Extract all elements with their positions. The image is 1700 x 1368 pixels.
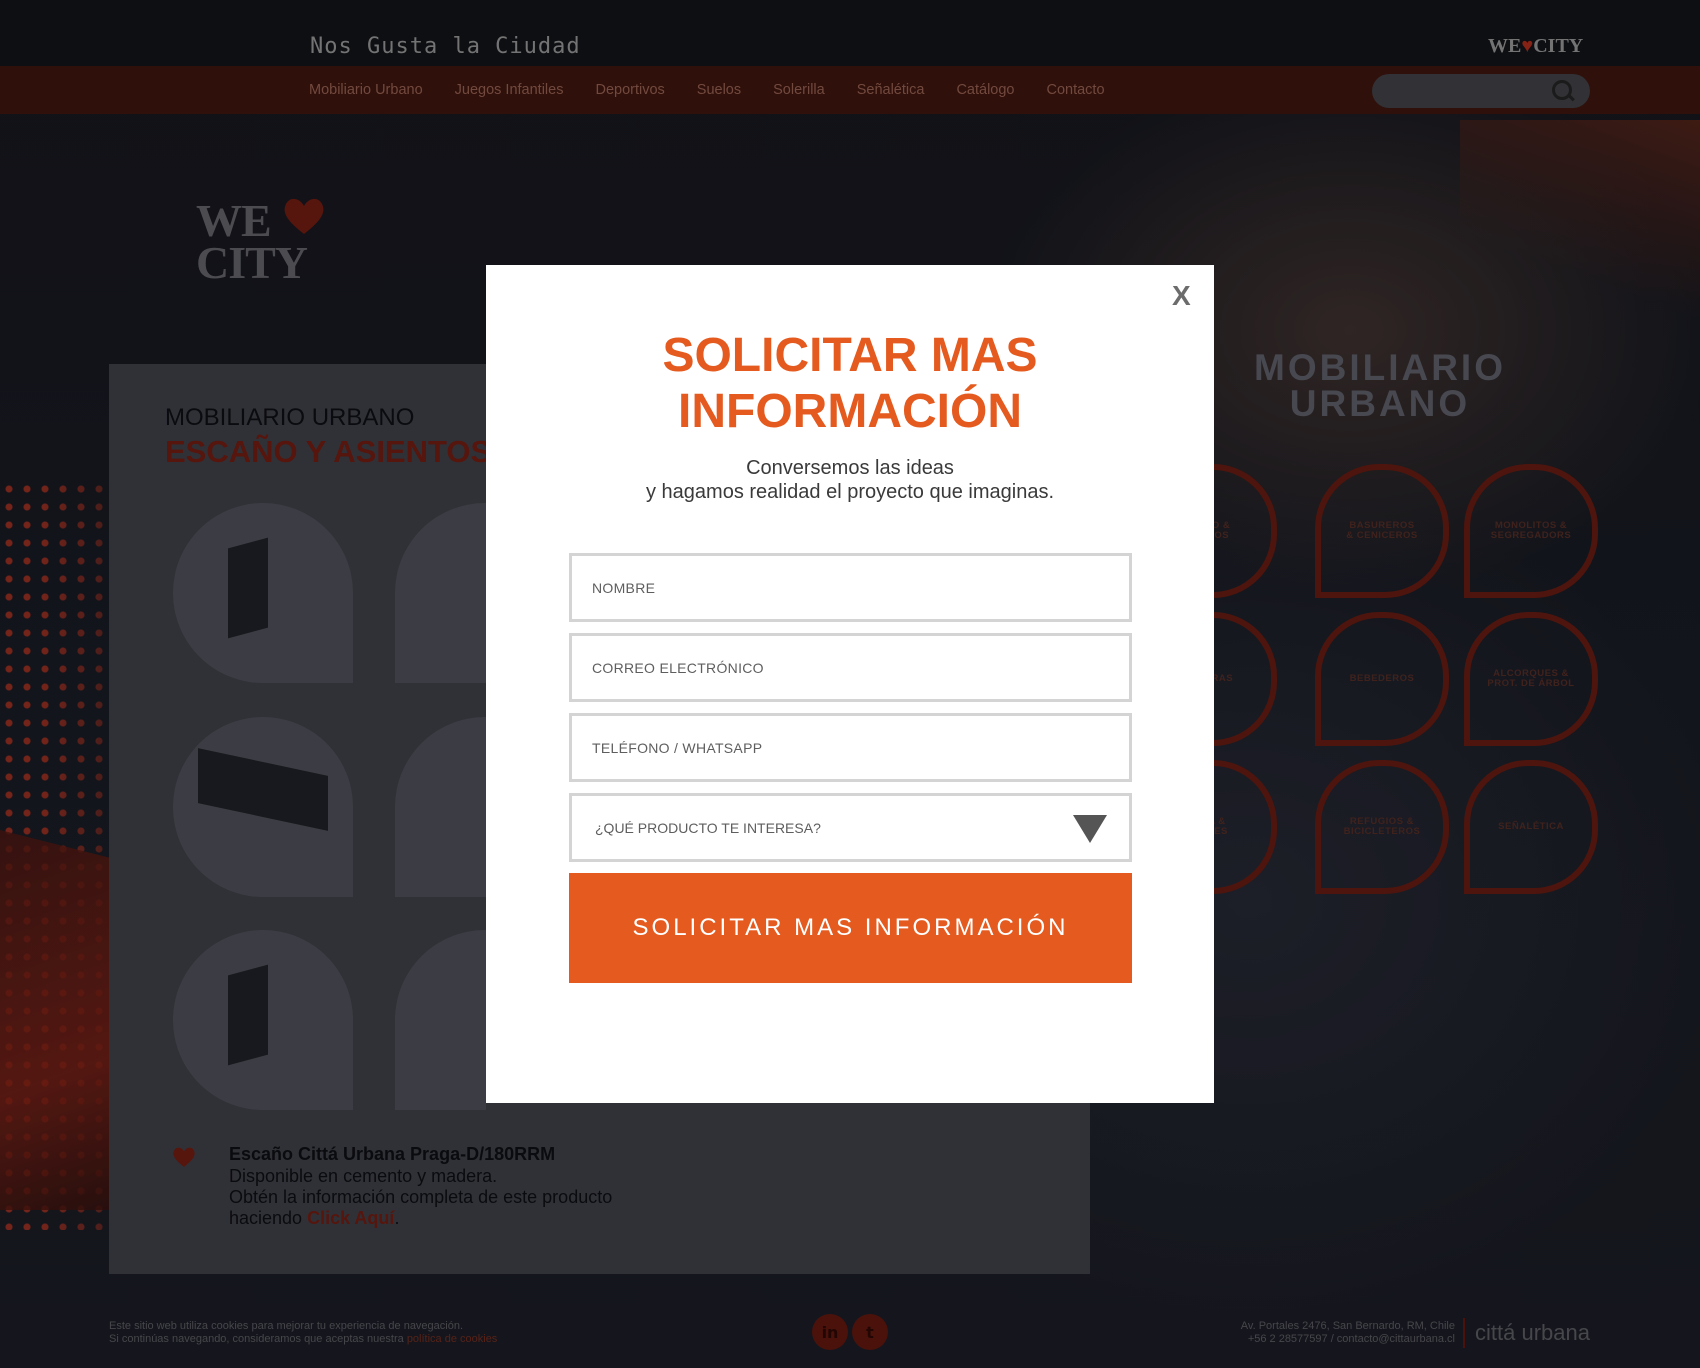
email-input[interactable] [572, 636, 1129, 699]
name-input[interactable] [572, 556, 1129, 619]
modal-title-line: SOLICITAR MAS [662, 329, 1038, 382]
modal-subtitle-line: y hagamos realidad el proyecto que imagi… [645, 481, 1055, 503]
modal-title-line: INFORMACIÓN [678, 385, 1022, 438]
phone-input[interactable] [572, 716, 1129, 779]
product-select-value: ¿QUÉ PRODUCTO TE INTERESA? [595, 820, 821, 836]
phone-field[interactable] [569, 713, 1132, 782]
modal-subtitle-line: Conversemos las ideas [746, 457, 954, 479]
email-field[interactable] [569, 633, 1132, 702]
modal-subtitle: Conversemos las ideas y hagamos realidad… [486, 456, 1214, 504]
chevron-down-icon[interactable] [1073, 815, 1107, 843]
close-icon[interactable]: X [1172, 280, 1191, 312]
name-field[interactable] [569, 553, 1132, 622]
modal-title: SOLICITAR MAS INFORMACIÓN [486, 328, 1214, 440]
product-select[interactable]: ¿QUÉ PRODUCTO TE INTERESA? [569, 793, 1132, 862]
submit-button[interactable]: SOLICITAR MAS INFORMACIÓN [569, 873, 1132, 983]
